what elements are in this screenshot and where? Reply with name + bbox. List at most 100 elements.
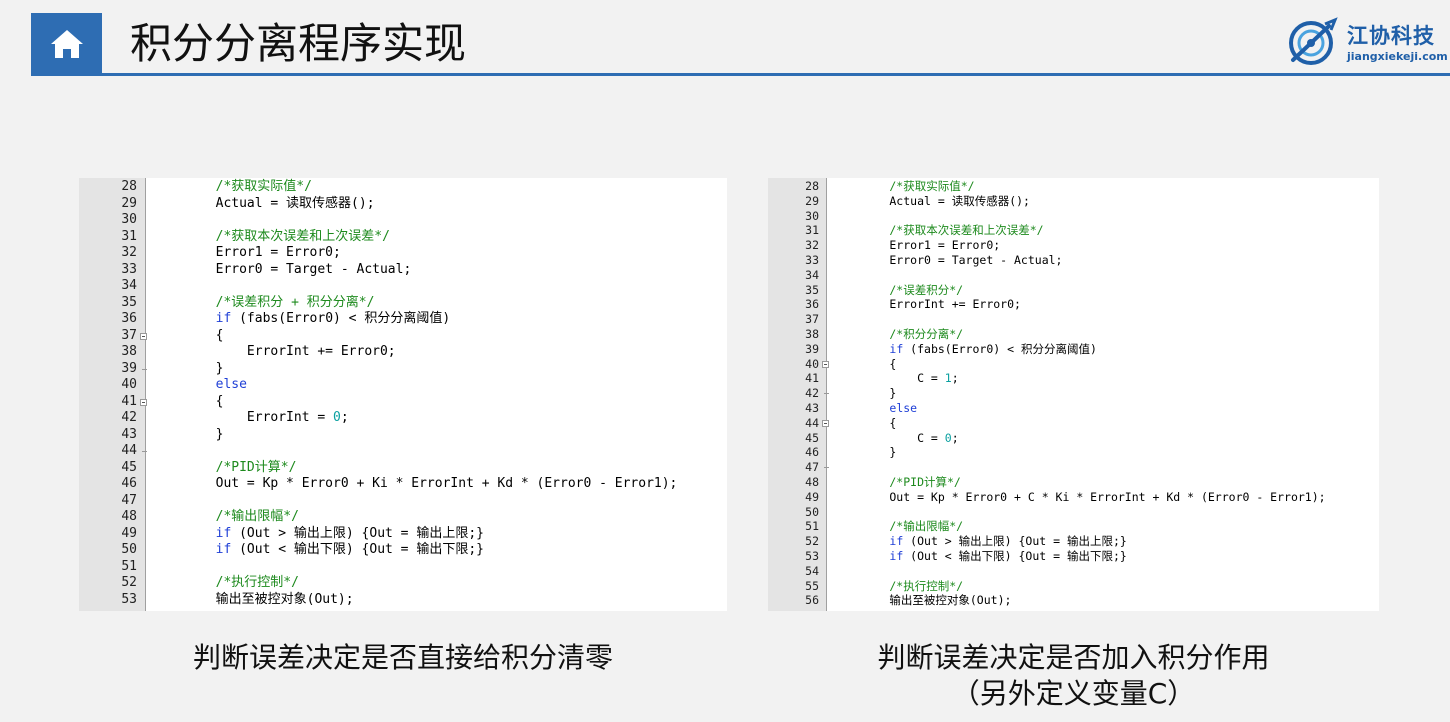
line-number: 51 bbox=[805, 519, 819, 534]
fold-end-marker bbox=[824, 467, 829, 469]
line-number: 29 bbox=[121, 195, 137, 211]
code-line: 32 Error1 = Error0; bbox=[79, 245, 727, 262]
code-token: { bbox=[153, 327, 224, 343]
code-line: 41 C = 1; bbox=[768, 371, 1379, 386]
code-token: Error0 = Target - Actual; bbox=[153, 261, 412, 277]
line-number: 31 bbox=[121, 228, 137, 244]
code-text: { bbox=[153, 327, 224, 345]
line-number: 51 bbox=[121, 558, 137, 574]
code-text: /*执行控制*/ bbox=[153, 575, 299, 592]
fold-toggle-icon[interactable] bbox=[140, 332, 147, 340]
code-token: } bbox=[834, 386, 897, 401]
code-text: 输出至被控对象(Out); bbox=[153, 592, 354, 609]
line-number: 50 bbox=[805, 504, 819, 519]
home-button[interactable] bbox=[31, 13, 102, 75]
code-line: 37 bbox=[768, 312, 1379, 327]
line-number: 38 bbox=[121, 344, 137, 359]
code-line: 34 bbox=[768, 268, 1379, 283]
code-text: if (Out > 输出上限) {Out = 输出上限;} bbox=[834, 534, 1127, 549]
code-line: 46 Out = Kp * Error0 + Ki * ErrorInt + K… bbox=[79, 476, 727, 493]
fold-toggle-icon[interactable] bbox=[140, 398, 147, 406]
code-line: 48 /*PID计算*/ bbox=[768, 475, 1379, 490]
line-number: 37 bbox=[121, 327, 137, 343]
line-number: 35 bbox=[121, 294, 137, 310]
code-keyword: if bbox=[215, 525, 232, 541]
line-number: 40 bbox=[805, 356, 819, 371]
code-line: 46 } bbox=[768, 445, 1379, 460]
line-number: 37 bbox=[805, 312, 819, 327]
line-number: 41 bbox=[805, 371, 819, 386]
line-number: 42 bbox=[805, 386, 819, 401]
code-text: { bbox=[834, 357, 896, 372]
code-token: ; bbox=[340, 410, 349, 425]
fold-toggle-icon[interactable] bbox=[822, 360, 829, 368]
line-number: 42 bbox=[121, 410, 137, 425]
line-number: 47 bbox=[121, 492, 137, 508]
code-token: { bbox=[153, 393, 224, 409]
line-number: 28 bbox=[805, 179, 819, 193]
code-token: 输出至被控对象(Out); bbox=[153, 591, 354, 607]
code-line: 41 { bbox=[79, 394, 727, 411]
fold-toggle-icon[interactable] bbox=[822, 419, 829, 427]
code-token: Out = Kp * Error0 + C * Ki * ErrorInt + … bbox=[834, 489, 1326, 504]
code-token: { bbox=[834, 415, 897, 430]
title-divider bbox=[31, 73, 1450, 76]
line-number: 28 bbox=[121, 179, 137, 194]
home-icon bbox=[50, 30, 83, 58]
code-line: 39 } bbox=[79, 361, 727, 378]
code-token: Error0 = Target - Actual; bbox=[834, 253, 1063, 267]
line-number: 44 bbox=[805, 415, 819, 430]
logo-url: jiangxiekeji.com bbox=[1347, 50, 1448, 63]
line-number: 43 bbox=[121, 426, 137, 442]
code-line: 50 bbox=[768, 505, 1379, 520]
code-line: 42 } bbox=[768, 386, 1379, 401]
line-number: 49 bbox=[121, 525, 137, 541]
code-line: 40 { bbox=[768, 357, 1379, 372]
line-number: 29 bbox=[805, 193, 819, 208]
line-number: 56 bbox=[805, 593, 819, 608]
code-text: Actual = 读取传感器(); bbox=[834, 194, 1030, 209]
code-token: (Out > 输出上限) {Out = 输出上限;} bbox=[231, 525, 484, 541]
line-number: 38 bbox=[805, 327, 819, 341]
code-line: 52 /*执行控制*/ bbox=[79, 575, 727, 592]
code-line: 52 if (Out > 输出上限) {Out = 输出上限;} bbox=[768, 534, 1379, 549]
code-text: C = 0; bbox=[834, 431, 959, 446]
code-text: else bbox=[834, 401, 917, 416]
line-number: 46 bbox=[805, 445, 819, 460]
line-number: 39 bbox=[805, 341, 819, 356]
code-text: /*输出限幅*/ bbox=[834, 519, 963, 534]
line-number: 35 bbox=[805, 282, 819, 297]
code-line: 29 Actual = 读取传感器(); bbox=[768, 194, 1379, 209]
caption-right-line1: 判断误差决定是否加入积分作用 bbox=[877, 641, 1270, 674]
line-number: 46 bbox=[121, 476, 137, 491]
code-comment: /*获取实际值*/ bbox=[834, 179, 975, 193]
code-comment: /*误差积分 + 积分分离*/ bbox=[153, 294, 375, 310]
code-line: 39 if (fabs(Error0) < 积分分离阈值) bbox=[768, 342, 1379, 357]
page-title: 积分分离程序实现 bbox=[130, 19, 467, 68]
code-token: ; bbox=[951, 371, 959, 386]
code-text: } bbox=[834, 386, 896, 401]
code-comment: /*获取本次误差和上次误差*/ bbox=[153, 228, 390, 244]
code-token: } bbox=[153, 360, 224, 376]
code-text: Actual = 读取传感器(); bbox=[153, 196, 375, 213]
code-comment: /*PID计算*/ bbox=[153, 459, 297, 475]
code-comment: /*输出限幅*/ bbox=[153, 509, 299, 524]
code-text: if (Out > 输出上限) {Out = 输出上限;} bbox=[153, 526, 484, 543]
code-line: 33 Error0 = Target - Actual; bbox=[768, 253, 1379, 268]
code-text: 输出至被控对象(Out); bbox=[834, 593, 1011, 608]
code-token: (Out > 输出上限) {Out = 输出上限;} bbox=[903, 534, 1127, 549]
line-number: 52 bbox=[805, 534, 819, 549]
code-text: ErrorInt += Error0; bbox=[834, 297, 1021, 312]
code-line: 50 if (Out < 输出下限) {Out = 输出下限;} bbox=[79, 542, 727, 559]
line-number: 32 bbox=[805, 238, 819, 253]
code-token: Error1 = Error0; bbox=[834, 238, 1001, 253]
code-line: 44 { bbox=[768, 416, 1379, 431]
code-line: 55 /*执行控制*/ bbox=[768, 579, 1379, 594]
code-text: /*输出限幅*/ bbox=[153, 509, 299, 526]
code-token: 输出至被控对象(Out); bbox=[834, 593, 1012, 608]
code-line: 47 bbox=[768, 460, 1379, 475]
code-keyword: if bbox=[215, 311, 232, 326]
